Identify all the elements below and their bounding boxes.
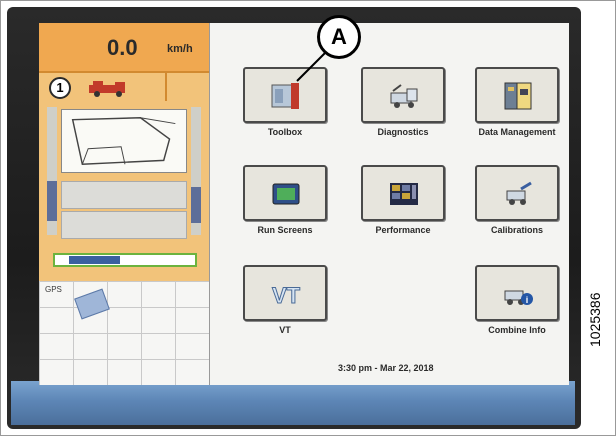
callout-leader-line [296,52,326,82]
photo-frame: 0.0 km/h 1 GPS Toolbox Diagnostics Data … [0,0,616,436]
callout-label: A [317,15,361,59]
figure-id: 1025386 [587,292,603,347]
